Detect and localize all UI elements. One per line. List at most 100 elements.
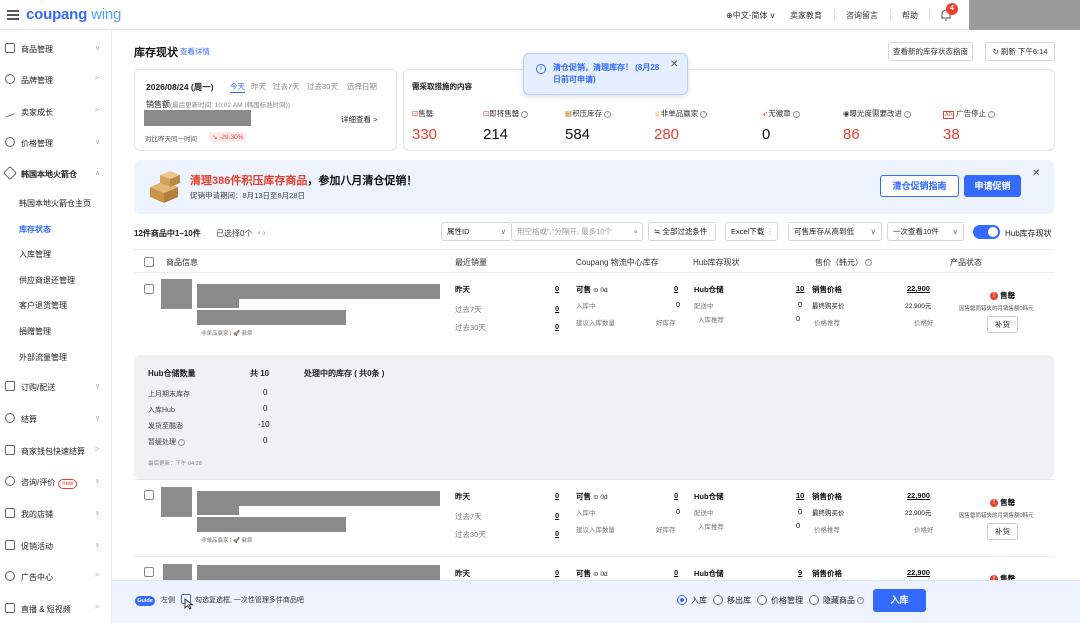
excel-download-button[interactable]: Excel下载 ⋮ [725,222,778,241]
row-checkbox[interactable] [144,284,154,294]
metric-sold-out-value[interactable]: 330 [412,126,437,143]
hub-value[interactable]: 10 [796,284,804,293]
product-thumbnail[interactable] [161,279,192,309]
sidebar-sub-vendor-return[interactable]: 供应商退还管理 [19,275,75,286]
sidebar-item-ads[interactable]: 广告中心 > [0,566,112,586]
radio-inbound[interactable] [677,595,687,605]
metric-no-badge-value[interactable]: 0 [762,126,770,143]
detail-view-link[interactable]: 详细查看 > [341,114,377,125]
radio-hide-product[interactable] [809,595,819,605]
sidebar-item-rocket-growth[interactable]: 韩国本地火箭仓 ∧ [0,163,112,183]
radio-label[interactable]: 入库 [691,595,707,606]
page-size-select[interactable]: 一次查看10件 ∨ [887,222,964,241]
sidebar-item-growth[interactable]: 卖家成长 > [0,101,112,121]
clearance-guide-button[interactable]: 清仓促销指南 [880,175,959,197]
sidebar-item-wallet[interactable]: 商家钱包快速结算 > [0,440,112,460]
pagination-arrows[interactable]: ‹ › [258,228,266,237]
help-icon[interactable]: ? [521,110,529,118]
metric-overstock-value[interactable]: 584 [565,126,590,143]
hub-value[interactable]: 9 [798,568,802,577]
radio-price-manage[interactable] [757,595,767,605]
search-icon[interactable]: ⌕ [634,223,638,240]
seller-education-link[interactable]: 卖家教育 [790,10,822,21]
radio-label[interactable]: 价格管理 [771,595,803,606]
help-icon[interactable]: ? [700,110,708,118]
metric-sold-out-label[interactable]: ⊡售罄 [412,108,433,119]
hub-inventory-toggle[interactable] [973,225,1000,239]
close-icon[interactable]: ✕ [1032,168,1040,179]
product-thumbnail[interactable] [163,564,192,580]
sidebar-item-products[interactable]: 商品管理 ∨ [0,38,112,58]
close-icon[interactable]: ✕ [670,59,678,70]
all-filters-button[interactable]: ≒ 全部过滤条件 [648,222,716,241]
sales-value[interactable]: 0 [555,284,559,293]
sidebar-item-live[interactable]: 直播 & 短视频 > [0,598,112,618]
radio-label[interactable]: 移出库 [727,595,751,606]
view-details-link[interactable]: 查看详情 [180,46,210,57]
sidebar-item-brand[interactable]: 品牌管理 > [0,69,112,89]
sales-value[interactable]: 0 [555,491,559,500]
sidebar-sub-rocket-home[interactable]: 韩国本地火箭仓主页 [19,198,91,209]
price-value[interactable]: 22,900 [907,568,930,577]
sidebar-item-orders[interactable]: 订购/配送 ∨ [0,376,112,396]
sales-value[interactable]: 0 [555,529,559,538]
attribute-select[interactable]: 属性ID ∨ [441,222,511,241]
help-icon[interactable]: ? [865,259,873,267]
select-all-checkbox[interactable] [144,257,154,267]
help-icon[interactable]: ? [792,110,800,118]
hub-value[interactable]: 10 [796,491,804,500]
range-today[interactable]: 今天 [230,81,245,93]
metric-ad-stop-value[interactable]: 38 [943,126,960,143]
logo[interactable]: coupang wing [26,6,121,23]
fc-available-value[interactable]: 0 [674,284,678,293]
metric-non-winner-value[interactable]: 280 [654,126,679,143]
apply-promotion-button[interactable]: 申请促销 [964,175,1021,197]
sidebar-sub-external-traffic[interactable]: 外部流量管理 [19,352,67,363]
range-custom[interactable]: 选择日期 [347,81,377,92]
sidebar-item-inquiries[interactable]: 咨询/评价 new ∨ [0,471,112,491]
price-value[interactable]: 22,900 [907,491,930,500]
metric-exposure-value[interactable]: 86 [843,126,860,143]
inventory-guide-button[interactable]: 查看新的库存状态指南 [888,42,973,61]
sidebar-sub-donation[interactable]: 捐赠管理 [19,326,51,337]
radio-move-out[interactable] [713,595,723,605]
restock-button[interactable]: 补货 [987,523,1018,540]
metric-exposure-label[interactable]: ◉曝光度需要改进 ? [843,108,912,119]
account-avatar[interactable] [969,0,1080,30]
help-icon[interactable]: ? [857,597,865,605]
fc-available-value[interactable]: 0 [674,568,678,577]
metric-overstock-label[interactable]: ▦积压库存 ? [565,108,612,119]
product-name-redacted[interactable] [197,284,440,299]
help-icon[interactable]: ? [904,110,912,118]
sidebar-sub-inventory-status[interactable]: 库存状态 [19,224,51,235]
price-value[interactable]: 22,900 [907,284,930,293]
metric-non-winner-label[interactable]: ♕非单品赢家 ? [654,108,708,119]
inquiry-link[interactable]: 咨询留言 [846,10,878,21]
row-checkbox[interactable] [144,490,154,500]
metric-almost-sold-out-label[interactable]: ⊡即将售罄 ? [483,108,529,119]
product-name-redacted[interactable] [197,565,440,580]
inbound-action-button[interactable]: 入库 [873,589,926,612]
fc-available-value[interactable]: 0 [674,491,678,500]
product-name-redacted[interactable] [197,491,440,506]
sales-value[interactable]: 0 [555,304,559,313]
sales-value[interactable]: 0 [555,568,559,577]
help-icon[interactable]: ? [988,110,996,118]
range-7days[interactable]: 过去7天 [273,81,300,92]
sidebar-sub-customer-return[interactable]: 客户退货管理 [19,300,67,311]
metric-no-badge-label[interactable]: ➶无徽章 ? [762,108,800,119]
menu-icon[interactable] [7,10,19,20]
help-link[interactable]: 帮助 [902,10,918,21]
radio-label[interactable]: 隐藏商品 ? [823,595,865,606]
help-icon[interactable]: ? [177,438,185,446]
metric-ad-stop-label[interactable]: AD 广告停止 ? [943,108,996,119]
sort-select[interactable]: 可售库存从高到低 ∨ [788,222,882,241]
sidebar-sub-inbound[interactable]: 入库管理 [19,249,51,260]
sales-value[interactable]: 0 [555,511,559,520]
help-icon[interactable]: ? [604,110,612,118]
sidebar-item-price[interactable]: 价格管理 ∨ [0,132,112,152]
range-30days[interactable]: 过去30天 [307,81,338,92]
sidebar-item-my-store[interactable]: 我的店铺 ∨ [0,503,112,523]
row-checkbox[interactable] [144,567,154,577]
range-yesterday[interactable]: 昨天 [251,81,266,92]
